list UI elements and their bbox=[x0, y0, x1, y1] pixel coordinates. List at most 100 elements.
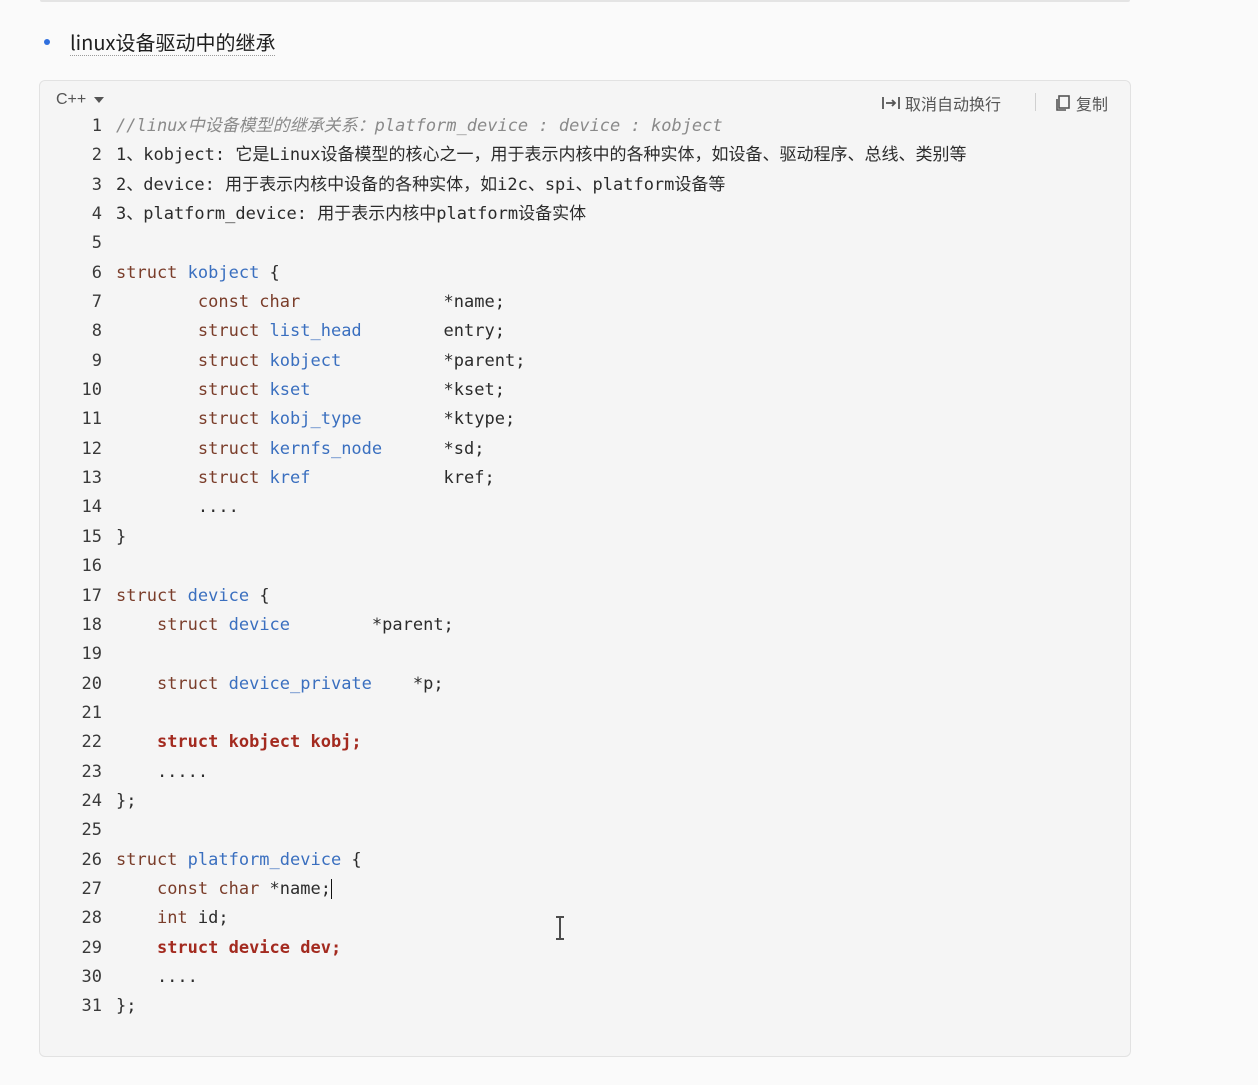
code-text: 1、kobject: 它是Linux设备模型的核心之一，用于表示内核中的各种实体… bbox=[116, 141, 967, 170]
line-number: 13 bbox=[81, 468, 102, 489]
code-token: *p; bbox=[371, 673, 444, 694]
code-token: 3、platform_device: 用于表示内核中platform设备实体 bbox=[116, 204, 587, 225]
code-line: 8 struct list_head entry; bbox=[40, 317, 1130, 346]
code-token: list_head bbox=[269, 321, 362, 342]
code-token: struct bbox=[197, 468, 270, 489]
code-token: struct bbox=[197, 409, 270, 430]
text-caret bbox=[330, 878, 332, 899]
code-token: struct kobject kobj; bbox=[156, 732, 362, 753]
code-token: int bbox=[156, 908, 188, 929]
code-token: struct bbox=[197, 438, 270, 459]
code-token: //linux中设备模型的继承关系：platform_device : devi… bbox=[116, 116, 723, 136]
code-token: }; bbox=[116, 996, 137, 1017]
code-line: 14 .... bbox=[40, 493, 1130, 522]
line-number: 5 bbox=[91, 233, 102, 254]
code-token: device_private bbox=[228, 673, 372, 694]
code-token: { bbox=[249, 585, 270, 606]
code-token: kobject bbox=[269, 350, 342, 371]
code-token: struct bbox=[156, 673, 229, 694]
code-text: int id; bbox=[116, 904, 229, 933]
top-divider bbox=[40, 0, 1130, 2]
copy-icon bbox=[1056, 95, 1070, 111]
line-number: 27 bbox=[81, 878, 102, 899]
line-number: 22 bbox=[81, 732, 102, 753]
code-token: .... bbox=[116, 497, 239, 518]
line-number: 25 bbox=[81, 820, 102, 841]
code-line: 12 struct kernfs_node *sd; bbox=[40, 435, 1130, 464]
code-line: 20 struct device_private *p; bbox=[40, 670, 1130, 699]
line-number: 6 bbox=[91, 262, 102, 283]
code-block: C++ 取消自动换行 复制 1//linux中设备模型的继承关系：platfor… bbox=[39, 80, 1131, 1057]
line-number: 16 bbox=[81, 556, 102, 577]
code-token: struct bbox=[116, 585, 188, 606]
line-number: 11 bbox=[81, 409, 102, 430]
code-token: device bbox=[228, 614, 291, 635]
code-line: 5 bbox=[40, 229, 1130, 258]
language-select[interactable]: C++ bbox=[56, 91, 105, 109]
wrap-toggle-icon bbox=[882, 97, 900, 109]
code-token: kobject bbox=[187, 262, 260, 283]
line-number: 19 bbox=[81, 644, 102, 665]
line-number: 28 bbox=[81, 908, 102, 929]
code-line: 16 bbox=[40, 552, 1130, 581]
line-number: 9 bbox=[91, 350, 102, 371]
code-token: platform_device bbox=[187, 849, 342, 870]
code-text: //linux中设备模型的继承关系：platform_device : devi… bbox=[116, 112, 723, 141]
line-number: 1 bbox=[91, 116, 102, 136]
code-line: 31}; bbox=[40, 992, 1130, 1021]
code-text: struct kref kref; bbox=[116, 464, 495, 493]
chevron-down-icon bbox=[94, 97, 105, 103]
code-text: struct platform_device { bbox=[116, 846, 362, 875]
code-line: 22 struct kobject kobj; bbox=[40, 728, 1130, 757]
code-token: struct bbox=[156, 614, 229, 635]
code-text: 2、device: 用于表示内核中设备的各种实体，如i2c、spi、platfo… bbox=[116, 171, 725, 200]
line-number: 4 bbox=[91, 204, 102, 225]
code-line: 21 bbox=[40, 699, 1130, 728]
code-token: *parent; bbox=[341, 350, 526, 371]
code-token: struct bbox=[197, 380, 270, 401]
code-token: .... bbox=[116, 966, 198, 987]
code-token: *kset; bbox=[310, 380, 505, 401]
code-token: 2、device: 用于表示内核中设备的各种实体，如i2c、spi、platfo… bbox=[116, 174, 726, 195]
code-token: *ktype; bbox=[361, 409, 516, 430]
code-text: const char *name; bbox=[116, 288, 505, 317]
code-text: struct list_head entry; bbox=[116, 317, 505, 346]
code-text: ..... bbox=[116, 758, 208, 787]
code-token: *sd; bbox=[382, 438, 485, 459]
line-number: 30 bbox=[81, 966, 102, 987]
code-token: struct bbox=[197, 350, 270, 371]
code-token: *name; bbox=[300, 292, 505, 313]
line-number: 18 bbox=[81, 614, 102, 635]
line-number: 10 bbox=[81, 380, 102, 401]
code-editor[interactable]: 1 //linux中设备模型的继承关系：platform_device : dev… bbox=[40, 112, 1130, 1022]
code-text: struct kset *kset; bbox=[116, 376, 505, 405]
code-line: 30 .... bbox=[40, 963, 1130, 992]
code-token: kernfs_node bbox=[269, 438, 383, 459]
code-line: 13 struct kref kref; bbox=[40, 464, 1130, 493]
code-line: 23 ..... bbox=[40, 758, 1130, 787]
code-token: const char bbox=[156, 878, 260, 899]
code-line: 3 2、device: 用于表示内核中设备的各种实体，如i2c、spi、platf… bbox=[40, 171, 1130, 200]
text-cursor-icon bbox=[556, 916, 564, 940]
code-text: struct kobject kobj; bbox=[116, 728, 362, 757]
code-token: entry; bbox=[361, 321, 505, 342]
code-token: kref bbox=[269, 468, 311, 489]
code-text: struct kobject *parent; bbox=[116, 347, 526, 376]
code-text: } bbox=[116, 523, 126, 552]
code-text: struct kobject { bbox=[116, 259, 280, 288]
code-text: struct device { bbox=[116, 582, 270, 611]
code-token: ..... bbox=[116, 761, 209, 782]
bullet-text: linux设备驱动中的继承 bbox=[70, 26, 276, 56]
code-line: 11 struct kobj_type *ktype; bbox=[40, 405, 1130, 434]
code-line: 27 const char *name; bbox=[40, 875, 1130, 904]
code-line: 26 struct platform_device { bbox=[40, 846, 1130, 875]
code-line: 6 struct kobject { bbox=[40, 259, 1130, 288]
